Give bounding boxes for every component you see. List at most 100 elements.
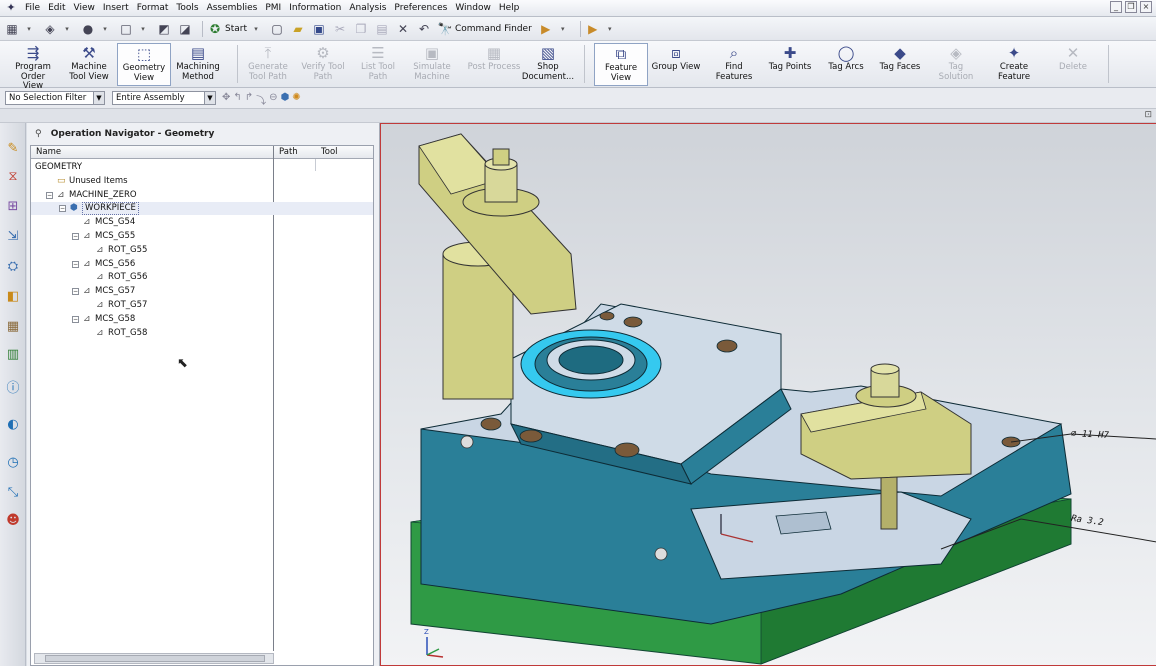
- clock-icon[interactable]: ◷: [4, 453, 22, 473]
- tree-row[interactable]: − ⊿ MCS_G57: [31, 285, 373, 298]
- layer-dropdown-icon[interactable]: ▾: [59, 20, 75, 38]
- snap-control-icon[interactable]: ⤵: [256, 92, 266, 107]
- open-folder-icon[interactable]: ▰: [290, 20, 306, 38]
- roles-icon[interactable]: ☻: [4, 511, 22, 531]
- menu-preferences[interactable]: Preferences: [390, 0, 451, 16]
- tree-row[interactable]: − ⊿ MCS_G58: [31, 313, 373, 326]
- web-browser-icon[interactable]: ⓘ: [4, 379, 22, 399]
- tree-row[interactable]: − ⊿ MCS_G55: [31, 230, 373, 243]
- fixture-model[interactable]: [381, 124, 1156, 666]
- collapse-toggle-icon[interactable]: −: [72, 233, 79, 240]
- cut-icon[interactable]: ✂: [332, 20, 348, 38]
- menu-window[interactable]: Window: [451, 0, 495, 16]
- ribbon-find-features-button[interactable]: ⌕ Find Features: [712, 43, 756, 86]
- process-studio-icon[interactable]: ⤡: [4, 483, 22, 503]
- tree-row[interactable]: ▭ Unused Items: [31, 175, 373, 188]
- snap-end-icon[interactable]: ↰: [233, 92, 241, 107]
- menu-help[interactable]: Help: [495, 0, 524, 16]
- ribbon-group-view-button[interactable]: ⧈ Group View: [650, 43, 702, 86]
- ribbon-create-feature-button[interactable]: ✦ Create Feature: [988, 43, 1040, 86]
- snap-color-icon[interactable]: ✺: [292, 92, 300, 107]
- collapse-toggle-icon[interactable]: −: [59, 205, 66, 213]
- shading-dropdown-icon[interactable]: ▾: [97, 20, 113, 38]
- menu-file[interactable]: File: [21, 0, 44, 16]
- save-icon[interactable]: ▣: [311, 20, 327, 38]
- menu-view[interactable]: View: [70, 0, 99, 16]
- pin-icon[interactable]: ⚲: [35, 129, 42, 139]
- view-orient-icon[interactable]: ◩: [156, 20, 172, 38]
- ribbon-feature-view-button[interactable]: ⧉ Feature View: [594, 43, 648, 86]
- undo-icon[interactable]: ↶: [416, 20, 432, 38]
- start-label[interactable]: Start: [225, 24, 247, 34]
- column-path-header[interactable]: Path: [279, 146, 298, 158]
- minimize-button[interactable]: _: [1110, 1, 1122, 13]
- layer-icon[interactable]: ◈: [42, 20, 58, 38]
- scope-dropdown[interactable]: Entire Assembly ▼: [112, 91, 216, 105]
- touch-mode-icon[interactable]: ▶: [585, 20, 601, 38]
- display-mode-icon[interactable]: □: [118, 20, 134, 38]
- column-name-header[interactable]: Name: [36, 146, 61, 158]
- machining-feature-navigator-icon[interactable]: ◧: [4, 287, 22, 307]
- part-navigator-icon[interactable]: ⊞: [4, 197, 22, 217]
- tree-row[interactable]: ⊿ ROT_G56: [31, 271, 373, 284]
- view-triad-icon[interactable]: ◪: [177, 20, 193, 38]
- ribbon-tag-faces-button[interactable]: ◆ Tag Faces: [876, 43, 924, 86]
- snap-body-icon[interactable]: ⬢: [281, 92, 290, 107]
- close-button[interactable]: ×: [1140, 1, 1152, 13]
- copy-icon[interactable]: ❐: [353, 20, 369, 38]
- operation-navigator-icon[interactable]: ⇲: [4, 227, 22, 247]
- menu-analysis[interactable]: Analysis: [345, 0, 390, 16]
- command-finder-icon[interactable]: 🔭: [437, 20, 453, 38]
- menu-tools[interactable]: Tools: [172, 0, 202, 16]
- roles-dropdown-icon[interactable]: ▾: [21, 20, 37, 38]
- menu-assemblies[interactable]: Assemblies: [203, 0, 262, 16]
- selection-filter-dropdown[interactable]: No Selection Filter ▼: [5, 91, 105, 105]
- graphics-viewport[interactable]: ⌀ 11 H7 Ra 3.2 Z: [380, 123, 1156, 666]
- snap-mid-icon[interactable]: ↱: [245, 92, 253, 107]
- collapse-toggle-icon[interactable]: −: [72, 260, 79, 268]
- ribbon-program-order-button[interactable]: ⇶ Program Order View: [10, 43, 56, 91]
- snap-point-icon[interactable]: ✥: [222, 92, 230, 107]
- ribbon-verify-tool-path-button[interactable]: ⚙ Verify Tool Path: [297, 43, 349, 86]
- column-tool-header[interactable]: Tool: [321, 146, 338, 158]
- tree-row[interactable]: ⊿ ROT_G57: [31, 299, 373, 312]
- tree-row[interactable]: ⊿ ROT_G55: [31, 244, 373, 257]
- window-switch-icon[interactable]: ▶: [538, 20, 554, 38]
- touch-dropdown-icon[interactable]: ▾: [602, 20, 618, 38]
- assembly-navigator-icon[interactable]: ✎: [4, 139, 22, 159]
- ribbon-tag-points-button[interactable]: ✚ Tag Points: [766, 43, 814, 86]
- horizontal-scrollbar[interactable]: [34, 653, 274, 664]
- ribbon-delete-button[interactable]: ✕ Delete: [1048, 43, 1098, 86]
- menu-information[interactable]: Information: [285, 0, 345, 16]
- ribbon-tag-solution-button[interactable]: ◈ Tag Solution: [934, 43, 978, 86]
- window-dropdown-icon[interactable]: ▾: [555, 20, 571, 38]
- start-dropdown-icon[interactable]: ▾: [248, 20, 264, 38]
- roles-icon[interactable]: ▦: [4, 20, 20, 38]
- ribbon-generate-tool-path-button[interactable]: ⤒ Generate Tool Path: [245, 43, 291, 86]
- command-finder-label[interactable]: Command Finder: [455, 24, 532, 34]
- pin-icon[interactable]: ⊡: [1144, 110, 1152, 120]
- collapse-toggle-icon[interactable]: −: [72, 315, 79, 323]
- ribbon-simulate-machine-button[interactable]: ▣ Simulate Machine: [409, 43, 455, 86]
- tree-row[interactable]: − ⬢ WORKPIECE: [31, 202, 373, 216]
- tree-row[interactable]: GEOMETRY: [31, 161, 373, 174]
- shading-icon[interactable]: ●: [80, 20, 96, 38]
- restore-button[interactable]: ❐: [1125, 1, 1137, 13]
- tree-row[interactable]: − ⊿ MCS_G56: [31, 258, 373, 271]
- constraint-navigator-icon[interactable]: ⧖: [4, 167, 22, 187]
- start-icon[interactable]: ✪: [207, 20, 223, 38]
- collapse-toggle-icon[interactable]: −: [72, 288, 79, 296]
- tree-row[interactable]: ⊿ ROT_G58: [31, 327, 373, 340]
- delete-x-icon[interactable]: ✕: [395, 20, 411, 38]
- ribbon-geometry-view-button[interactable]: ⬚ Geometry View: [117, 43, 171, 86]
- hd3d-tools-icon[interactable]: ▥: [4, 345, 22, 365]
- menu-insert[interactable]: Insert: [99, 0, 133, 16]
- tree-row[interactable]: − ⊿ MACHINE_ZERO: [31, 189, 373, 202]
- ribbon-tag-arcs-button[interactable]: ◯ Tag Arcs: [824, 43, 868, 86]
- machine-tool-navigator-icon[interactable]: ⛭: [4, 257, 22, 277]
- new-file-icon[interactable]: ▢: [269, 20, 285, 38]
- collapse-toggle-icon[interactable]: −: [46, 191, 53, 199]
- display-mode-dropdown-icon[interactable]: ▾: [135, 20, 151, 38]
- menu-edit[interactable]: Edit: [44, 0, 69, 16]
- ribbon-machining-method-button[interactable]: ▤ Machining Method: [175, 43, 221, 86]
